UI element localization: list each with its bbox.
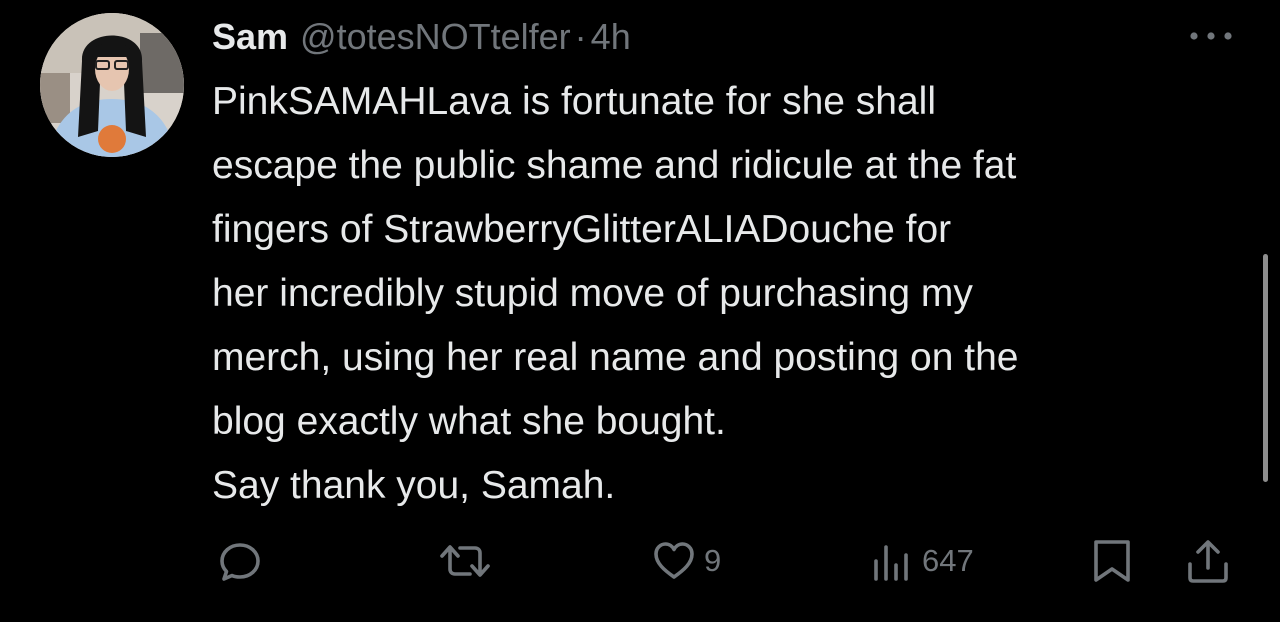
tweet-text-line: fingers of StrawberryGlitterALIADouche f… [212,208,952,251]
views-count: 647 [922,543,974,578]
avatar-image [40,13,184,157]
tweet-card[interactable]: Sam @totesNOTtelfer · 4h PinkSAMAHLava i… [0,0,1280,622]
bookmark-button[interactable] [1090,530,1134,592]
share-icon [1188,540,1228,583]
views-button[interactable]: 647 [870,530,974,592]
retweet-icon [440,545,490,577]
more-options-button[interactable] [1186,24,1236,48]
more-dots-icon [1190,32,1232,40]
tweet-header: Sam @totesNOTtelfer · 4h [212,12,631,62]
reply-icon [220,543,260,581]
bookmark-icon [1094,540,1130,582]
tweet-timestamp[interactable]: 4h [591,12,631,62]
action-bar: 9 647 [0,530,1280,592]
tweet-text-line: PinkSAMAHLava is fortunate for she shall [212,80,937,123]
header-separator: · [574,16,587,57]
scrollbar[interactable] [1263,254,1268,482]
tweet-text-line: merch, using her real name and posting o… [212,336,1019,379]
tweet-text-line: blog exactly what she bought. [212,400,726,443]
reply-button[interactable] [218,530,262,592]
share-button[interactable] [1186,530,1230,592]
like-button[interactable]: 9 [652,530,721,592]
views-icon [874,545,908,581]
tweet-text-line: escape the public shame and ridicule at … [212,144,1017,187]
tweet-text: PinkSAMAHLava is fortunate for she shall… [212,70,1252,518]
like-count: 9 [704,543,722,578]
retweet-button[interactable] [440,530,490,592]
author-name[interactable]: Sam [212,12,288,62]
tweet-text-line: her incredibly stupid move of purchasing… [212,272,973,315]
author-handle[interactable]: @totesNOTtelfer [300,12,571,62]
heart-icon [654,542,694,579]
avatar[interactable] [40,13,184,157]
tweet-text-line: Say thank you, Samah. [212,464,616,507]
